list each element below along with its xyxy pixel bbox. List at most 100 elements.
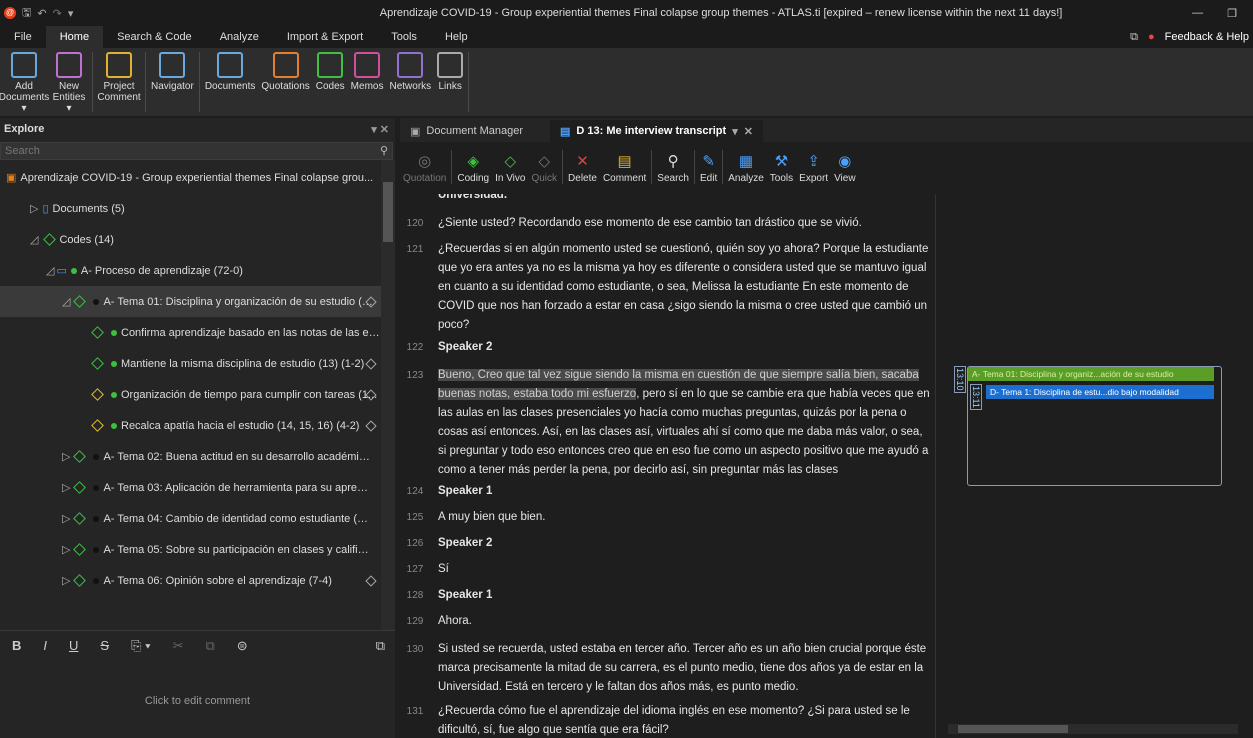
export-button[interactable]: ⇪ Export bbox=[796, 151, 831, 184]
tree-item-code-group[interactable]: ◿ ▭ A- Proceso de aprendizaje (72-0) bbox=[0, 255, 395, 286]
add-documents-button[interactable]: Add Documents ▾ bbox=[0, 52, 49, 114]
italic-button[interactable]: I bbox=[43, 638, 47, 653]
speaker-label[interactable]: Speaker 1 bbox=[438, 586, 930, 605]
quotations-button[interactable]: Quotations bbox=[258, 52, 312, 92]
coding-button[interactable]: ◈ Coding bbox=[454, 151, 492, 184]
app-logo-icon: @ bbox=[4, 7, 16, 19]
pane-menu-icon[interactable]: ▾ ✕ bbox=[371, 123, 389, 136]
explore-search-input[interactable]: Search ⚲ bbox=[0, 142, 393, 160]
menu-file[interactable]: File bbox=[0, 26, 46, 48]
expand-icon[interactable]: ▷ bbox=[30, 202, 38, 215]
networks-button[interactable]: Networks bbox=[386, 52, 434, 92]
explore-scrollbar[interactable] bbox=[381, 160, 395, 630]
tree-item-tema-06[interactable]: ▷ A- Tema 06: Opinión sobre el aprendiza… bbox=[0, 565, 395, 596]
bold-button[interactable]: B bbox=[12, 638, 21, 653]
expand-icon[interactable]: ▷ bbox=[62, 481, 70, 494]
paragraph[interactable]: ¿Recuerda cómo fue el aprendizaje del id… bbox=[438, 702, 930, 738]
tab-document-manager[interactable]: ▣ Document Manager bbox=[400, 120, 550, 142]
link-button[interactable]: ⊜ bbox=[237, 638, 248, 654]
copy-button[interactable]: ⧉ bbox=[205, 638, 214, 654]
tree-item-sub-1[interactable]: Confirma aprendizaje basado en las notas… bbox=[0, 317, 395, 348]
quick-button[interactable]: ◇ Quick bbox=[528, 151, 560, 184]
tree-item-documents[interactable]: ▷ ▯ Documents (5) bbox=[0, 193, 395, 224]
tools-button[interactable]: ⚒ Tools bbox=[767, 151, 796, 184]
comment-button[interactable]: ▤ Comment bbox=[600, 151, 649, 184]
paragraph[interactable]: Bueno, Creo que tal vez sigue siendo la … bbox=[438, 366, 930, 480]
margin-scrollbar[interactable] bbox=[948, 724, 1238, 734]
quotation-button[interactable]: ◎ Quotation bbox=[400, 151, 449, 184]
tree-item-tema-04[interactable]: ▷ A- Tema 04: Cambio de identidad como e… bbox=[0, 503, 395, 534]
menu-search-code[interactable]: Search & Code bbox=[103, 26, 206, 48]
strikethrough-button[interactable]: S bbox=[100, 638, 109, 653]
search-icon[interactable]: ⚲ bbox=[380, 143, 388, 159]
collapse-icon[interactable]: ◿ bbox=[30, 233, 38, 246]
in-vivo-button[interactable]: ◇ In Vivo bbox=[492, 151, 528, 184]
tree-item-tema-03[interactable]: ▷ A- Tema 03: Aplicación de herramienta … bbox=[0, 472, 395, 503]
tab-transcript[interactable]: ▤ D 13: Me interview transcript ▾ ✕ bbox=[550, 120, 763, 142]
speaker-label[interactable]: Speaker 1 bbox=[438, 482, 930, 501]
collapse-icon[interactable]: ◿ bbox=[62, 295, 70, 308]
save-icon[interactable]: 🖫 bbox=[22, 4, 31, 23]
code-label-d-tema-1[interactable]: D- Tema 1: Disciplina de estu...dio bajo… bbox=[986, 385, 1214, 399]
transcript-content[interactable]: Universidad. 120 ¿Siente usted? Recordan… bbox=[400, 194, 935, 738]
expand-icon[interactable]: ▷ bbox=[62, 543, 70, 556]
restore-icon[interactable]: ❐ bbox=[1227, 7, 1237, 20]
collapse-icon[interactable]: ◿ bbox=[46, 264, 54, 277]
customize-icon[interactable]: ▾ bbox=[68, 7, 74, 20]
navigator-button[interactable]: Navigator bbox=[148, 52, 197, 92]
paste-button[interactable]: ⎘ ▾ bbox=[131, 638, 150, 654]
tree-item-sub-4[interactable]: Recalca apatía hacia el estudio (14, 15,… bbox=[0, 410, 395, 441]
scrollbar-thumb[interactable] bbox=[958, 725, 1068, 733]
memos-button[interactable]: Memos bbox=[348, 52, 387, 92]
view-button[interactable]: ◉ View bbox=[831, 151, 859, 184]
redo-icon[interactable]: ↷ bbox=[53, 7, 62, 20]
screen-icon[interactable]: ⧉ bbox=[1130, 31, 1138, 44]
tree-item-project[interactable]: ▣ Aprendizaje COVID-19 - Group experient… bbox=[0, 162, 395, 193]
links-button[interactable]: Links bbox=[434, 52, 466, 92]
quotation-bracket[interactable] bbox=[967, 366, 1222, 486]
undo-icon[interactable]: ↶ bbox=[37, 7, 46, 20]
chevron-down-icon[interactable]: ▾ bbox=[732, 125, 738, 138]
scrollbar-thumb[interactable] bbox=[383, 182, 393, 242]
project-comment-button[interactable]: Project Comment bbox=[95, 52, 143, 103]
quotation-id-label[interactable]: 13:11 bbox=[970, 384, 982, 410]
menu-home[interactable]: Home bbox=[45, 26, 104, 48]
paragraph[interactable]: Sí bbox=[438, 560, 930, 579]
menu-help[interactable]: Help bbox=[431, 26, 482, 48]
feedback-help-button[interactable]: Feedback & Help bbox=[1165, 31, 1249, 43]
tree-item-tema-02[interactable]: ▷ A- Tema 02: Buena actitud en su desarr… bbox=[0, 441, 395, 472]
new-entities-button[interactable]: New Entities ▾ bbox=[48, 52, 90, 114]
codes-button[interactable]: Codes bbox=[313, 52, 348, 92]
minimize-icon[interactable]: — bbox=[1192, 7, 1203, 20]
menu-tools[interactable]: Tools bbox=[377, 26, 431, 48]
comment-area[interactable]: Click to edit comment bbox=[0, 663, 395, 738]
paragraph[interactable]: Ahora. bbox=[438, 612, 930, 631]
paragraph[interactable]: A muy bien que bien. bbox=[438, 508, 930, 527]
expand-icon[interactable]: ▷ bbox=[62, 512, 70, 525]
paragraph[interactable]: ¿Siente usted? Recordando ese momento de… bbox=[438, 214, 930, 233]
speaker-label[interactable]: Speaker 2 bbox=[438, 338, 930, 357]
tree-item-codes[interactable]: ◿ Codes (14) bbox=[0, 224, 395, 255]
menu-import-export[interactable]: Import & Export bbox=[273, 26, 377, 48]
delete-button[interactable]: ✕ Delete bbox=[565, 151, 600, 184]
search-button[interactable]: ⚲ Search bbox=[654, 151, 692, 184]
tree-item-sub-3[interactable]: Organización de tiempo para cumplir con … bbox=[0, 379, 395, 410]
speaker-label[interactable]: Speaker 2 bbox=[438, 534, 930, 553]
cut-button[interactable]: ✂ bbox=[173, 638, 184, 654]
paragraph[interactable]: ¿Recuerdas si en algún momento usted se … bbox=[438, 240, 930, 335]
documents-button[interactable]: Documents bbox=[202, 52, 259, 92]
edit-button[interactable]: ✎ Edit bbox=[697, 151, 720, 184]
menu-analyze[interactable]: Analyze bbox=[206, 26, 273, 48]
tree-item-tema-05[interactable]: ▷ A- Tema 05: Sobre su participación en … bbox=[0, 534, 395, 565]
close-icon[interactable]: ✕ bbox=[744, 125, 753, 138]
paragraph[interactable]: Si usted se recuerda, usted estaba en te… bbox=[438, 640, 930, 697]
expand-icon[interactable]: ▷ bbox=[62, 450, 70, 463]
tree-item-sub-2[interactable]: Mantiene la misma disciplina de estudio … bbox=[0, 348, 395, 379]
underline-button[interactable]: U bbox=[69, 638, 78, 653]
tree-item-tema-01[interactable]: ◿ A- Tema 01: Disciplina y organización … bbox=[0, 286, 395, 317]
code-label-tema-01[interactable]: A- Tema 01: Disciplina y organiz...ación… bbox=[968, 367, 1214, 381]
expand-editor-button[interactable]: ⧉ bbox=[376, 638, 385, 654]
analyze-button[interactable]: ▦ Analyze bbox=[725, 151, 767, 184]
expand-icon[interactable]: ▷ bbox=[62, 574, 70, 587]
quotation-id-label[interactable]: 13:10 bbox=[954, 366, 966, 393]
